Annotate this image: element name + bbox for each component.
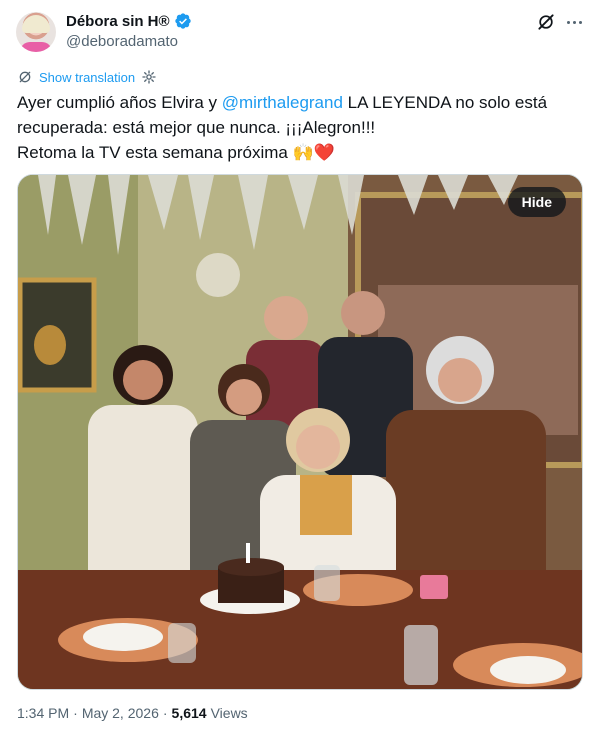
tweet-text-part: Ayer cumplió años Elvira y: [17, 93, 222, 112]
author-handle[interactable]: @deboradamato: [66, 33, 178, 50]
avatar[interactable]: [16, 12, 56, 52]
settings-gear-icon[interactable]: [141, 69, 157, 85]
show-translation-link[interactable]: Show translation: [17, 67, 157, 87]
views-count[interactable]: 5,614: [172, 705, 207, 721]
tweet-meta: 1:34 PM · May 2, 2026 · 5,614 Views: [17, 705, 248, 721]
translate-icon: [19, 71, 31, 83]
tweet-date[interactable]: May 2, 2026: [82, 705, 159, 721]
author-name-row[interactable]: Débora sin H®: [66, 12, 192, 30]
verified-badge-icon: [174, 13, 191, 29]
author-display-name[interactable]: Débora sin H®: [66, 13, 170, 30]
views-label[interactable]: Views: [211, 705, 248, 721]
tweet-text-line2: Retoma la TV esta semana próxima: [17, 143, 288, 162]
mention-link[interactable]: @mirthalegrand: [222, 93, 343, 112]
show-translation-label[interactable]: Show translation: [39, 70, 135, 85]
tweet-header: Débora sin H® @deboradamato: [0, 0, 600, 64]
tweet-text: Ayer cumplió años Elvira y @mirthalegran…: [17, 90, 587, 165]
grok-icon[interactable]: [536, 12, 556, 32]
tweet-time[interactable]: 1:34 PM: [17, 705, 69, 721]
more-dots-icon[interactable]: [562, 12, 586, 32]
tweet-photo[interactable]: Hide: [17, 174, 583, 690]
meta-separator: ·: [162, 705, 168, 721]
hide-media-button[interactable]: Hide: [507, 187, 566, 217]
meta-separator: ·: [73, 705, 78, 721]
photo-image[interactable]: [18, 175, 583, 690]
emoji-hands-heart: 🙌❤️: [292, 143, 335, 162]
